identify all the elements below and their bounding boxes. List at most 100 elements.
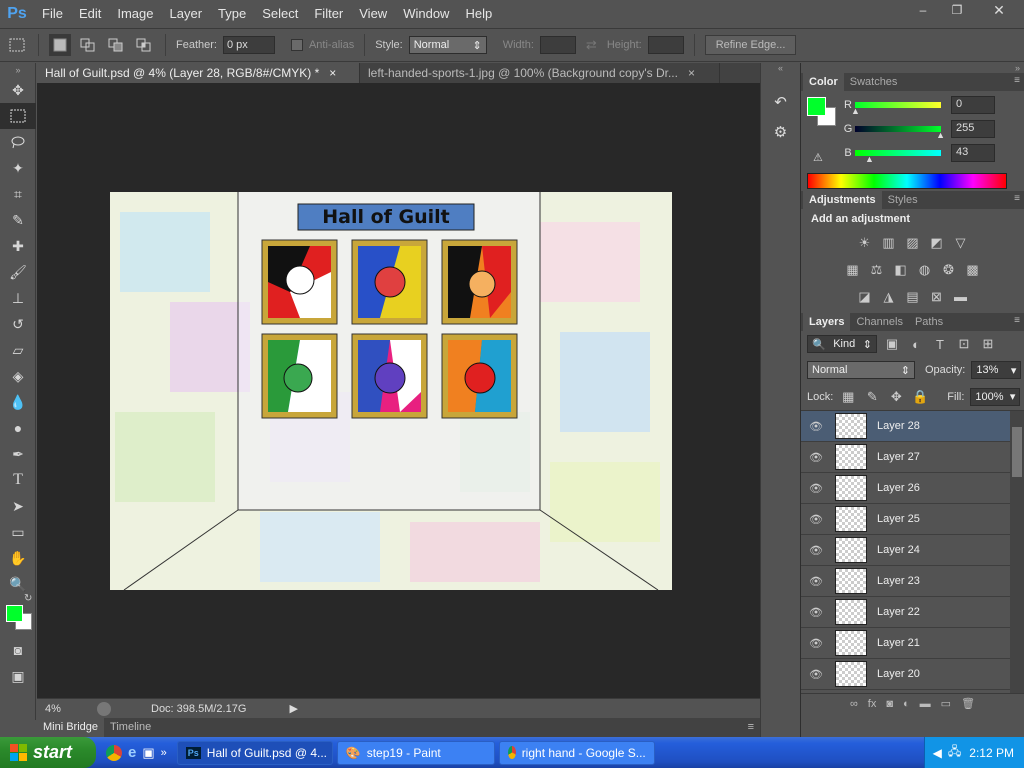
rectangle-tool-icon[interactable]: ▭ <box>0 519 36 545</box>
tab-swatches[interactable]: Swatches <box>844 73 904 91</box>
refine-edge-button[interactable]: Refine Edge... <box>704 35 797 55</box>
green-value[interactable]: 255 <box>951 120 995 138</box>
canvas-area[interactable]: Hall of Guilt <box>37 83 760 698</box>
status-menu-arrow-icon[interactable]: ▶ <box>290 702 298 715</box>
swap-icon[interactable]: ⇄ <box>586 37 597 53</box>
tray-arrow-icon[interactable]: ◀ <box>933 746 942 760</box>
blue-value[interactable]: 43 <box>951 144 995 162</box>
style-select[interactable]: Normal ⇕ <box>408 36 487 54</box>
layer-row[interactable]: 👁 Layer 26 <box>801 473 1010 504</box>
width-input[interactable] <box>539 36 576 54</box>
tab-adjustments[interactable]: Adjustments <box>803 191 882 209</box>
tab-styles[interactable]: Styles <box>882 191 924 209</box>
black-white-icon[interactable]: ◧ <box>892 262 910 278</box>
collapse-toolbar-icon[interactable]: » <box>0 63 36 77</box>
chrome-quicklaunch-icon[interactable] <box>106 744 122 761</box>
lock-position-icon[interactable]: ✥ <box>887 389 905 405</box>
lock-transparent-icon[interactable]: ▦ <box>839 389 857 405</box>
quicklaunch-overflow-icon[interactable]: » <box>161 747 167 759</box>
menu-edit[interactable]: Edit <box>71 0 109 28</box>
scrollbar-thumb[interactable] <box>1012 427 1022 477</box>
close-tab-icon[interactable]: × <box>329 66 336 80</box>
visibility-eye-icon[interactable]: 👁 <box>801 482 831 495</box>
layer-filter-select[interactable]: 🔍 Kind ⇕ <box>807 335 877 353</box>
layer-mask-icon[interactable]: ◙ <box>886 698 893 710</box>
artwork-canvas[interactable]: Hall of Guilt <box>110 192 672 590</box>
levels-icon[interactable]: ▥ <box>880 235 898 251</box>
foreground-color-swatch[interactable] <box>6 605 23 622</box>
marquee-preset-icon[interactable] <box>6 34 28 56</box>
tab-color[interactable]: Color <box>803 73 844 91</box>
marquee-tool-icon[interactable] <box>0 103 36 129</box>
menu-help[interactable]: Help <box>457 0 500 28</box>
menu-file[interactable]: File <box>34 0 71 28</box>
minimize-button[interactable]: – <box>906 0 940 20</box>
menu-layer[interactable]: Layer <box>162 0 211 28</box>
tab-hall-of-guilt[interactable]: Hall of Guilt.psd @ 4% (Layer 28, RGB/8#… <box>37 63 360 83</box>
close-button[interactable]: ✕ <box>974 0 1024 20</box>
taskbar-item-paint[interactable]: 🎨 step19 - Paint <box>336 740 495 765</box>
visibility-eye-icon[interactable]: 👁 <box>801 575 831 588</box>
menu-window[interactable]: Window <box>395 0 457 28</box>
exposure-icon[interactable]: ◩ <box>928 235 946 251</box>
path-selection-tool-icon[interactable]: ➤ <box>0 493 36 519</box>
menu-select[interactable]: Select <box>254 0 306 28</box>
visibility-eye-icon[interactable]: 👁 <box>801 668 831 681</box>
panel-menu-icon[interactable]: ≡ <box>1014 75 1020 86</box>
filter-smart-object-icon[interactable]: ⊞ <box>979 336 997 352</box>
magic-wand-tool-icon[interactable]: ✦ <box>0 155 36 181</box>
taskbar-item-photoshop[interactable]: Ps Hall of Guilt.psd @ 4... <box>176 740 333 765</box>
lasso-tool-icon[interactable] <box>0 129 36 155</box>
layer-row[interactable]: 👁 Layer 23 <box>801 566 1010 597</box>
opacity-input[interactable]: 13% ▾ <box>971 361 1022 379</box>
maximize-button[interactable]: ❐ <box>940 0 974 20</box>
visibility-eye-icon[interactable]: 👁 <box>801 451 831 464</box>
filter-pixel-icon[interactable]: ▣ <box>883 336 901 352</box>
color-swatches[interactable]: ↻ <box>0 593 35 637</box>
intersect-selection-icon[interactable] <box>133 34 155 56</box>
clone-stamp-tool-icon[interactable]: ⊥ <box>0 285 36 311</box>
layers-scrollbar[interactable] <box>1010 411 1024 693</box>
color-fg-swatch[interactable] <box>807 97 826 116</box>
clock[interactable]: 2:12 PM <box>969 746 1014 760</box>
swap-colors-icon[interactable]: ↻ <box>24 593 32 604</box>
ie-quicklaunch-icon[interactable]: e <box>128 744 136 761</box>
link-layers-icon[interactable]: ∞ <box>850 698 858 710</box>
lock-image-icon[interactable]: ✎ <box>863 389 881 405</box>
tab-left-handed-sports[interactable]: left-handed-sports-1.jpg @ 100% (Backgro… <box>360 63 720 83</box>
dodge-tool-icon[interactable]: ● <box>0 415 36 441</box>
hand-tool-icon[interactable]: ✋ <box>0 545 36 571</box>
network-icon[interactable]: 🖧 <box>948 742 961 763</box>
invert-icon[interactable]: ◪ <box>856 289 874 305</box>
visibility-eye-icon[interactable]: 👁 <box>801 606 831 619</box>
healing-brush-tool-icon[interactable]: ✚ <box>0 233 36 259</box>
new-group-icon[interactable]: ▬ <box>920 698 931 710</box>
history-panel-icon[interactable]: ↶ <box>761 87 800 117</box>
menu-image[interactable]: Image <box>109 0 161 28</box>
layer-row[interactable]: 👁 Layer 21 <box>801 628 1010 659</box>
eyedropper-tool-icon[interactable]: ✎ <box>0 207 36 233</box>
fill-input[interactable]: 100% ▾ <box>970 387 1021 406</box>
status-icon[interactable] <box>97 701 111 716</box>
hue-saturation-icon[interactable]: ▦ <box>844 262 862 278</box>
visibility-eye-icon[interactable]: 👁 <box>801 544 831 557</box>
visibility-eye-icon[interactable]: 👁 <box>801 420 831 433</box>
slider-handle-icon[interactable]: ▲ <box>851 106 860 116</box>
posterize-icon[interactable]: ◮ <box>880 289 898 305</box>
tab-channels[interactable]: Channels <box>850 313 908 331</box>
new-layer-icon[interactable]: ▭ <box>941 697 951 710</box>
crop-tool-icon[interactable]: ⌗ <box>0 181 36 207</box>
add-selection-icon[interactable] <box>77 34 99 56</box>
menu-type[interactable]: Type <box>210 0 254 28</box>
blue-slider[interactable]: ▲ <box>855 150 941 164</box>
paint-bucket-tool-icon[interactable]: ◈ <box>0 363 36 389</box>
layer-row[interactable]: 👁 Layer 24 <box>801 535 1010 566</box>
desktop-quicklaunch-icon[interactable]: ▣ <box>142 745 154 761</box>
color-ramp[interactable] <box>807 173 1007 189</box>
layer-style-icon[interactable]: fx <box>868 698 877 710</box>
feather-input[interactable] <box>222 36 275 54</box>
channel-mixer-icon[interactable]: ❂ <box>940 262 958 278</box>
new-selection-icon[interactable] <box>49 34 71 56</box>
quick-mask-icon[interactable]: ◙ <box>0 637 36 663</box>
red-slider[interactable]: ▲ <box>851 102 941 116</box>
